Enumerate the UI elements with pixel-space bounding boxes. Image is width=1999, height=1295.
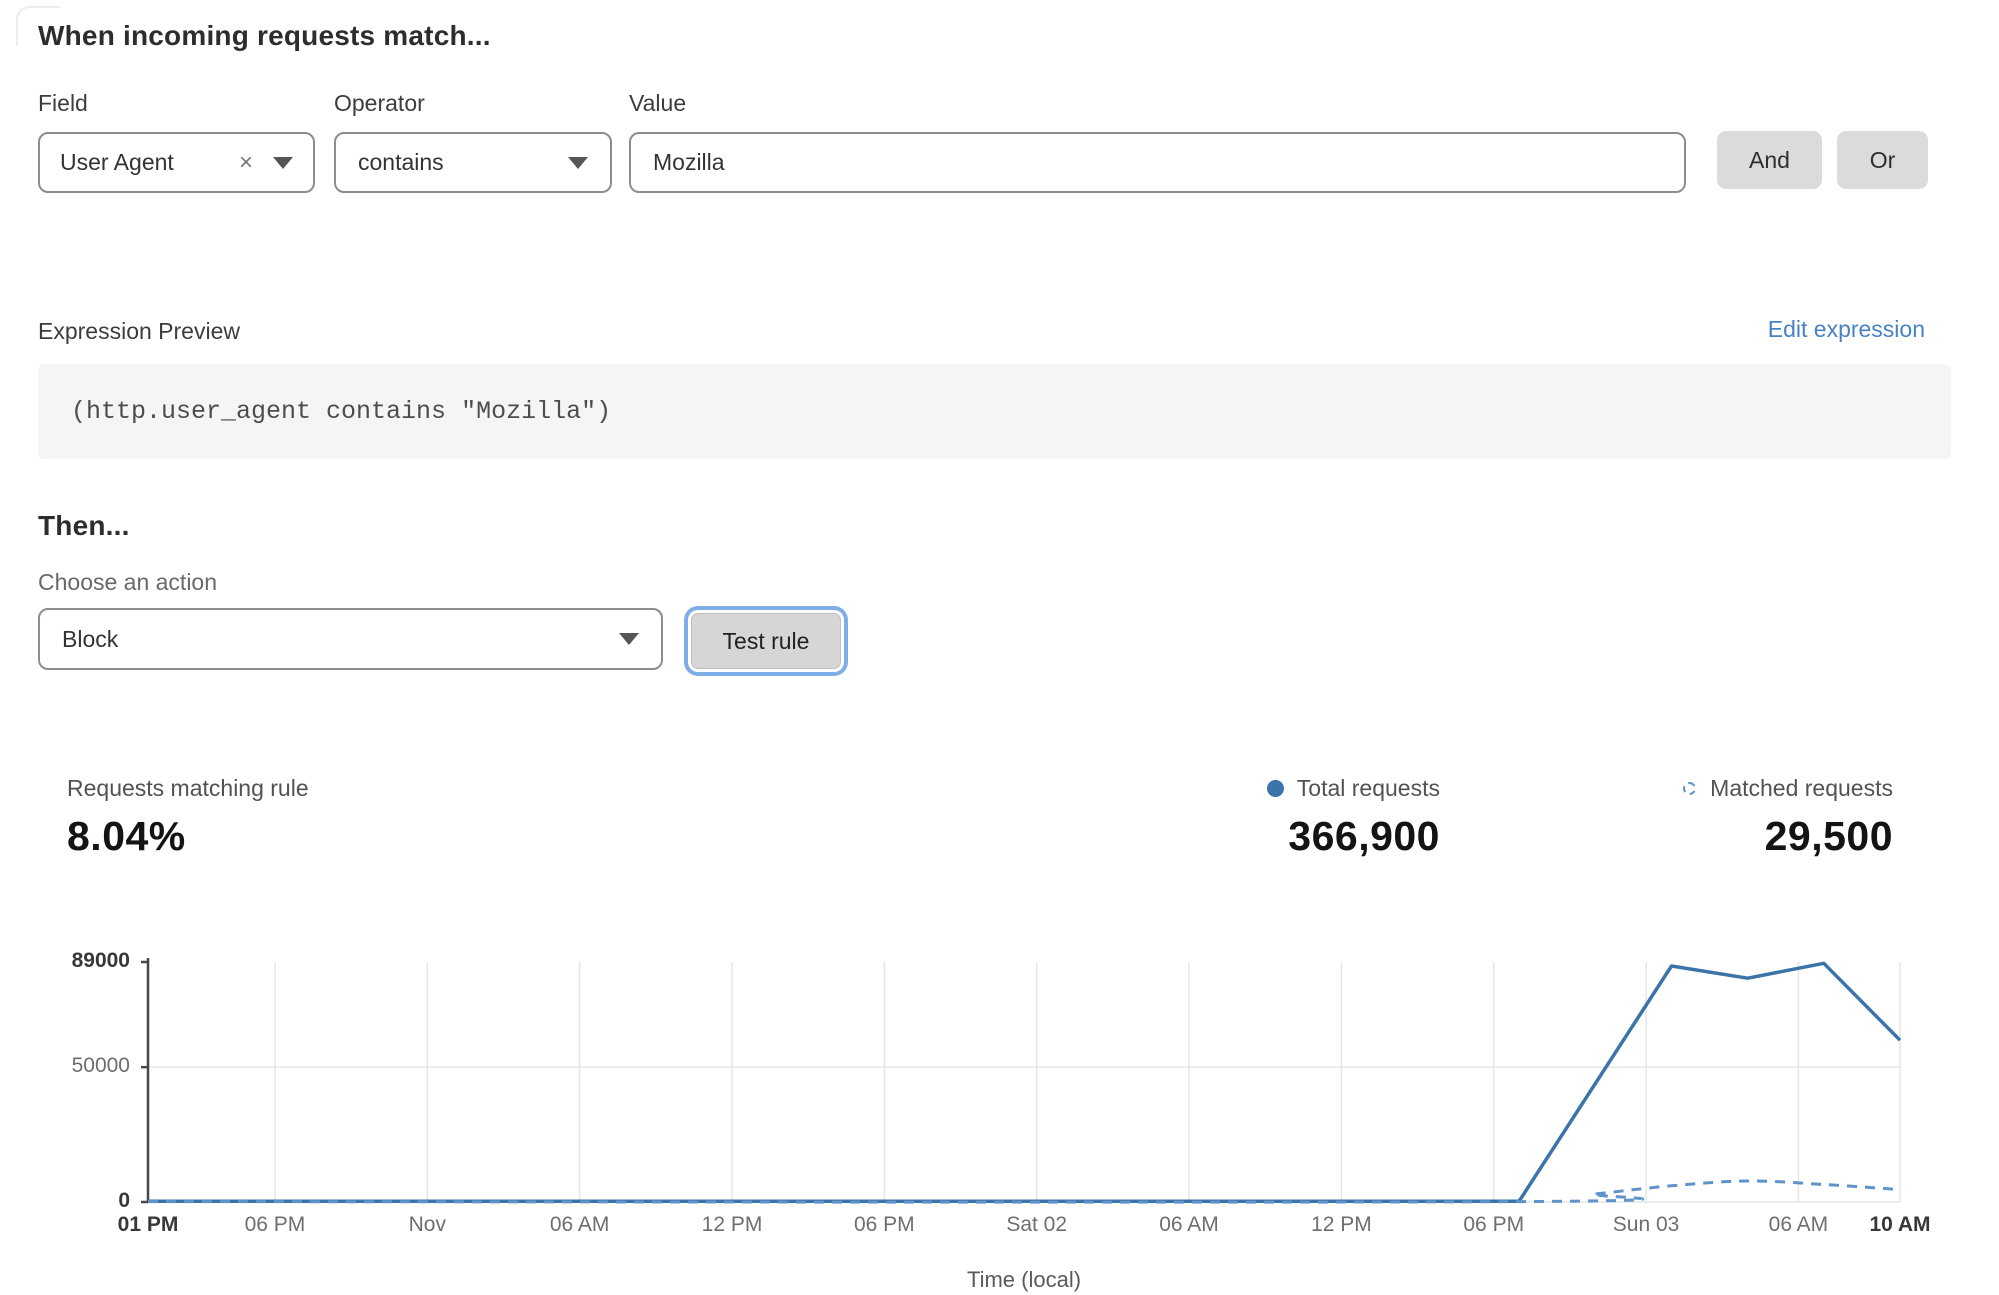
field-select[interactable]: User Agent ×	[38, 132, 315, 193]
stat-matching-label: Requests matching rule	[67, 775, 309, 802]
and-button[interactable]: And	[1717, 131, 1822, 189]
x-tick-label: 06 PM	[814, 1213, 954, 1237]
stat-total-requests: Total requests 366,900	[1267, 775, 1440, 860]
x-tick-label: 06 PM	[205, 1213, 345, 1237]
x-tick-label: 06 PM	[1424, 1213, 1564, 1237]
requests-chart: Time (local) 0500008900001 PM06 PMNov06 …	[0, 950, 1999, 1295]
edit-expression-link[interactable]: Edit expression	[1768, 316, 1925, 343]
x-tick-label: 01 PM	[78, 1213, 218, 1237]
x-tick-label: Sun 03	[1576, 1213, 1716, 1237]
stat-total-label: Total requests	[1297, 775, 1440, 802]
stat-matched-requests: Matched requests 29,500	[1683, 775, 1893, 860]
field-label: Field	[38, 90, 88, 117]
or-button[interactable]: Or	[1837, 131, 1928, 189]
matched-requests-dashed-circle-icon	[1683, 782, 1696, 795]
time-axis-caption: Time (local)	[924, 1267, 1124, 1293]
total-requests-dot-icon	[1267, 780, 1284, 797]
x-tick-label: 12 PM	[1271, 1213, 1411, 1237]
action-select[interactable]: Block	[38, 608, 663, 670]
x-tick-label: Nov	[357, 1213, 497, 1237]
x-tick-label: 12 PM	[662, 1213, 802, 1237]
chevron-down-icon	[568, 157, 588, 169]
firewall-rule-editor: { "rule_builder": { "heading": "When inc…	[0, 0, 1999, 1295]
action-select-value: Block	[62, 626, 619, 653]
operator-select[interactable]: contains	[334, 132, 612, 193]
stat-matched-label: Matched requests	[1710, 775, 1893, 802]
value-label: Value	[629, 90, 686, 117]
clear-icon[interactable]: ×	[239, 151, 253, 175]
x-tick-label: Sat 02	[967, 1213, 1107, 1237]
y-tick-label: 89000	[0, 949, 130, 973]
when-requests-match-heading: When incoming requests match...	[38, 20, 491, 52]
series-line-dashed	[148, 1181, 1900, 1202]
operator-label: Operator	[334, 90, 425, 117]
operator-select-value: contains	[358, 149, 568, 176]
requests-chart-canvas	[0, 950, 1999, 1220]
choose-action-label: Choose an action	[38, 569, 217, 596]
stat-requests-matching-rule: Requests matching rule 8.04%	[67, 775, 309, 860]
expression-code-block: (http.user_agent contains "Mozilla")	[38, 364, 1951, 459]
expression-code: (http.user_agent contains "Mozilla")	[71, 364, 611, 459]
stat-matched-value: 29,500	[1683, 813, 1893, 860]
test-rule-button[interactable]: Test rule	[691, 613, 841, 669]
x-tick-label: 10 AM	[1830, 1213, 1970, 1237]
chevron-down-icon	[619, 633, 639, 645]
y-tick-label: 0	[0, 1189, 130, 1213]
y-tick-label: 50000	[0, 1054, 130, 1078]
value-input[interactable]	[629, 132, 1686, 193]
x-tick-label: 06 AM	[1119, 1213, 1259, 1237]
expression-preview-label: Expression Preview	[38, 318, 240, 345]
x-tick-label: 06 AM	[510, 1213, 650, 1237]
stat-total-value: 366,900	[1267, 813, 1440, 860]
then-heading: Then...	[38, 510, 130, 542]
field-select-value: User Agent	[60, 149, 239, 176]
series-line-solid	[148, 963, 1900, 1201]
chevron-down-icon	[273, 157, 293, 169]
stat-matching-value: 8.04%	[67, 813, 309, 860]
